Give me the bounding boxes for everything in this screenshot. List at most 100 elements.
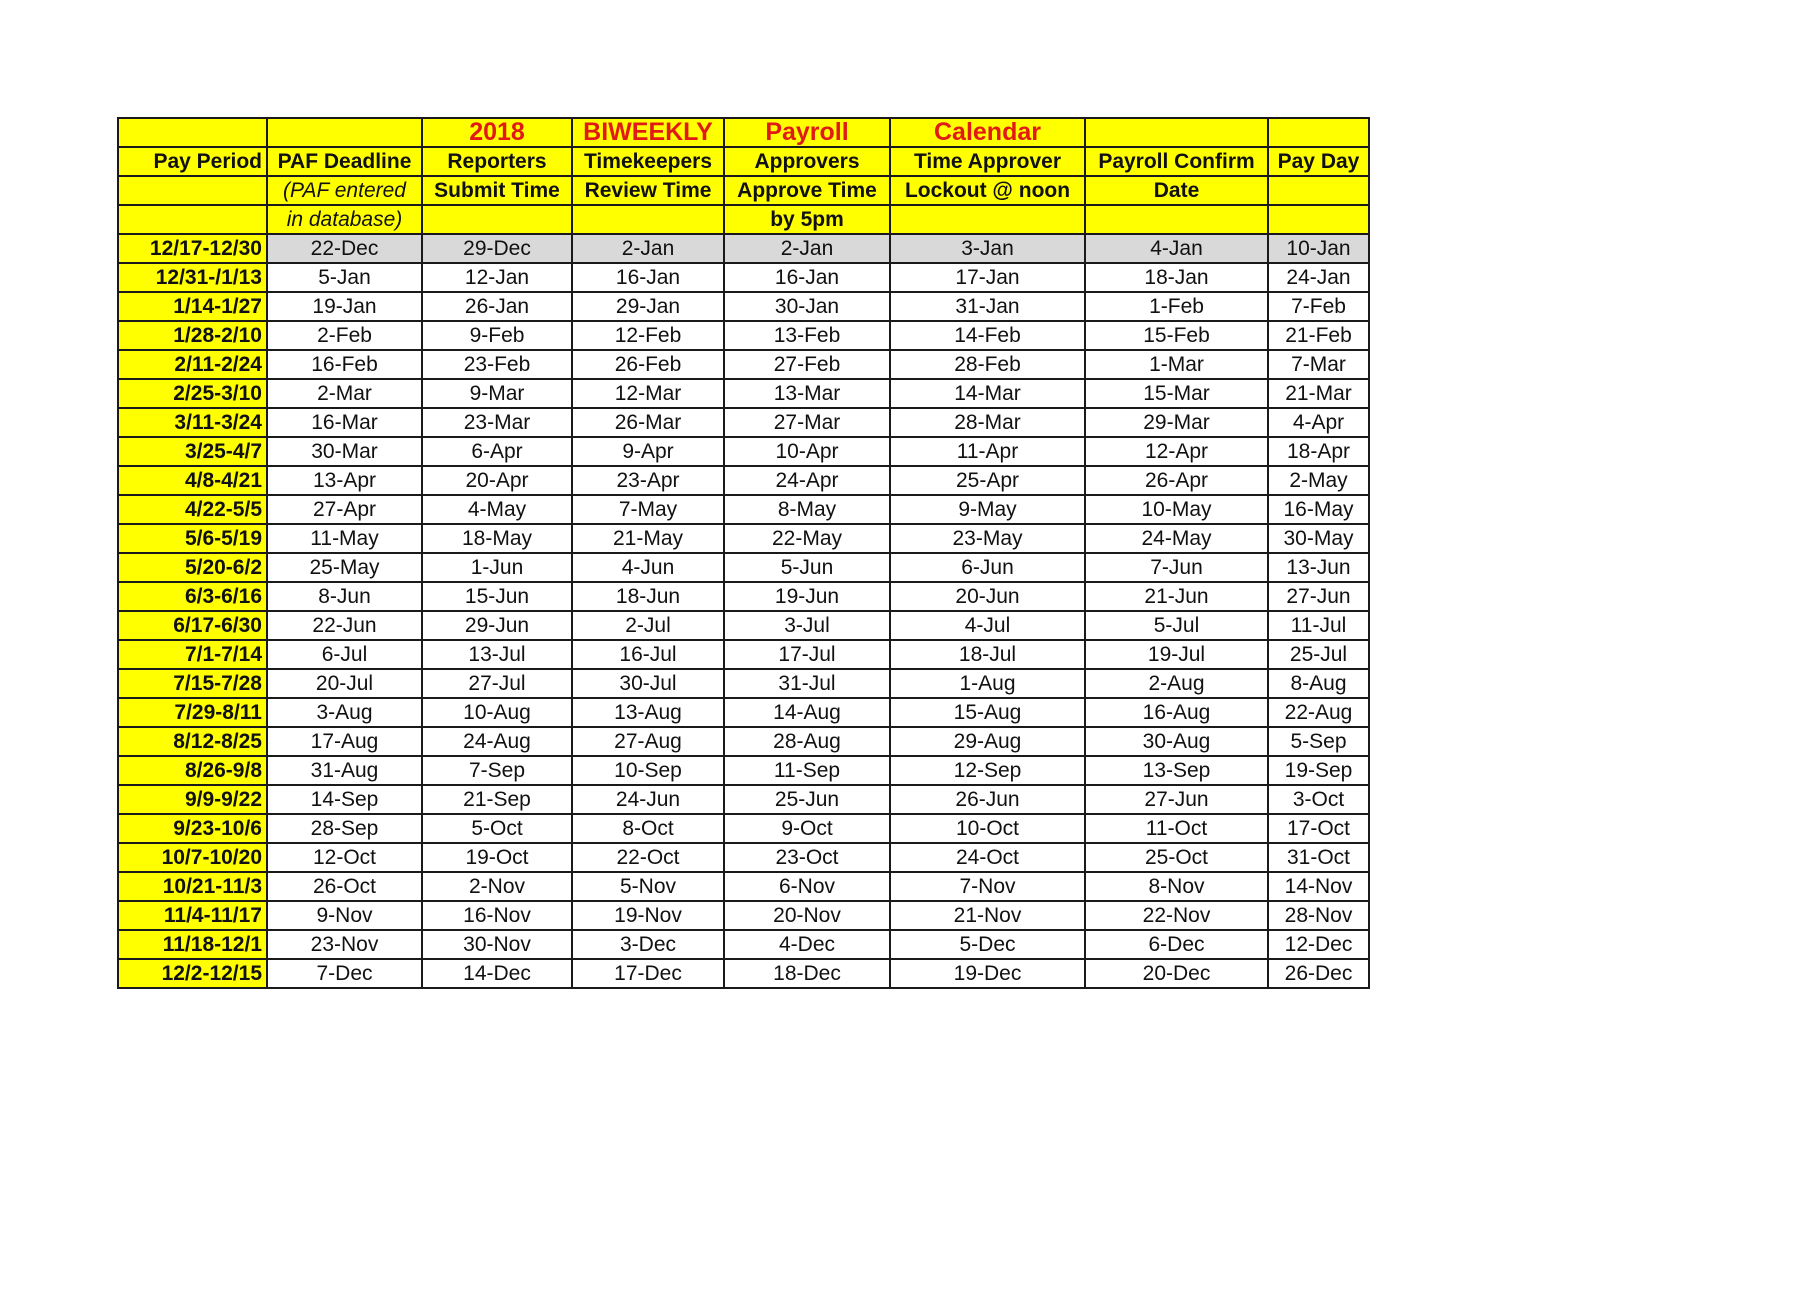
- approvers-approve-cell: 2-Jan: [723, 233, 891, 264]
- approvers-approve-cell: 31-Jul: [723, 668, 891, 699]
- header-timekeepers: Timekeepers: [571, 146, 725, 177]
- paf-deadline-cell: 17-Aug: [266, 726, 423, 757]
- reporters-submit-cell: 23-Feb: [421, 349, 573, 380]
- reporters-submit-cell: 29-Dec: [421, 233, 573, 264]
- payroll-confirm-date-cell: 15-Mar: [1084, 378, 1269, 409]
- time-approver-lockout-cell: 18-Jul: [889, 639, 1086, 670]
- paf-deadline-cell: 23-Nov: [266, 929, 423, 960]
- pay-day-cell: 5-Sep: [1267, 726, 1370, 757]
- pay-day-cell: 11-Jul: [1267, 610, 1370, 641]
- timekeepers-review-cell: 26-Mar: [571, 407, 725, 438]
- approvers-approve-cell: 19-Jun: [723, 581, 891, 612]
- payroll-confirm-date-cell: 8-Nov: [1084, 871, 1269, 902]
- table-row: 4/8-4/21 13-Apr 20-Apr 23-Apr 24-Apr 25-Apr 26…: [117, 465, 1370, 496]
- pay-day-cell: 7-Feb: [1267, 291, 1370, 322]
- pay-period-cell: 7/1-7/14: [117, 639, 268, 670]
- pay-period-cell: 3/25-4/7: [117, 436, 268, 467]
- payroll-confirm-date-cell: 18-Jan: [1084, 262, 1269, 293]
- pay-day-cell: 26-Dec: [1267, 958, 1370, 989]
- pay-day-cell: 21-Mar: [1267, 378, 1370, 409]
- timekeepers-review-cell: 4-Jun: [571, 552, 725, 583]
- reporters-submit-cell: 7-Sep: [421, 755, 573, 786]
- table-row: 1/14-1/27 19-Jan 26-Jan 29-Jan 30-Jan 31-Jan 1…: [117, 291, 1370, 322]
- approvers-approve-cell: 23-Oct: [723, 842, 891, 873]
- approvers-approve-cell: 20-Nov: [723, 900, 891, 931]
- header-by-5pm: by 5pm: [723, 204, 891, 235]
- timekeepers-review-cell: 18-Jun: [571, 581, 725, 612]
- time-approver-lockout-cell: 29-Aug: [889, 726, 1086, 757]
- approvers-approve-cell: 6-Nov: [723, 871, 891, 902]
- pay-period-cell: 9/23-10/6: [117, 813, 268, 844]
- approvers-approve-cell: 25-Jun: [723, 784, 891, 815]
- paf-deadline-cell: 8-Jun: [266, 581, 423, 612]
- time-approver-lockout-cell: 14-Mar: [889, 378, 1086, 409]
- approvers-approve-cell: 9-Oct: [723, 813, 891, 844]
- title-row: 2018 BIWEEKLY Payroll Calendar: [117, 117, 1370, 148]
- approvers-approve-cell: 14-Aug: [723, 697, 891, 728]
- header-cell: [1084, 204, 1269, 235]
- title-biweekly: BIWEEKLY: [571, 117, 725, 148]
- paf-deadline-cell: 26-Oct: [266, 871, 423, 902]
- header-lockout: Lockout @ noon: [889, 175, 1086, 206]
- pay-period-cell: 5/6-5/19: [117, 523, 268, 554]
- table-row: 11/4-11/17 9-Nov 16-Nov 19-Nov 20-Nov 21-Nov 2…: [117, 900, 1370, 931]
- timekeepers-review-cell: 24-Jun: [571, 784, 725, 815]
- timekeepers-review-cell: 9-Apr: [571, 436, 725, 467]
- time-approver-lockout-cell: 26-Jun: [889, 784, 1086, 815]
- payroll-confirm-date-cell: 12-Apr: [1084, 436, 1269, 467]
- timekeepers-review-cell: 17-Dec: [571, 958, 725, 989]
- time-approver-lockout-cell: 4-Jul: [889, 610, 1086, 641]
- payroll-calendar-table: 2018 BIWEEKLY Payroll Calendar Pay Perio…: [117, 117, 1370, 989]
- paf-deadline-cell: 22-Dec: [266, 233, 423, 264]
- paf-deadline-cell: 13-Apr: [266, 465, 423, 496]
- approvers-approve-cell: 13-Mar: [723, 378, 891, 409]
- payroll-confirm-date-cell: 11-Oct: [1084, 813, 1269, 844]
- header-cell: [421, 204, 573, 235]
- time-approver-lockout-cell: 7-Nov: [889, 871, 1086, 902]
- table-row: 3/11-3/24 16-Mar 23-Mar 26-Mar 27-Mar 28-Mar 2…: [117, 407, 1370, 438]
- paf-deadline-cell: 9-Nov: [266, 900, 423, 931]
- pay-period-cell: 6/17-6/30: [117, 610, 268, 641]
- pay-day-cell: 7-Mar: [1267, 349, 1370, 380]
- table-row: 7/15-7/28 20-Jul 27-Jul 30-Jul 31-Jul 1-Aug 2-…: [117, 668, 1370, 699]
- timekeepers-review-cell: 2-Jan: [571, 233, 725, 264]
- title-cell: [1267, 117, 1370, 148]
- table-row: 10/7-10/20 12-Oct 19-Oct 22-Oct 23-Oct 24-Oct…: [117, 842, 1370, 873]
- reporters-submit-cell: 26-Jan: [421, 291, 573, 322]
- pay-day-cell: 28-Nov: [1267, 900, 1370, 931]
- timekeepers-review-cell: 16-Jan: [571, 262, 725, 293]
- payroll-confirm-date-cell: 19-Jul: [1084, 639, 1269, 670]
- approvers-approve-cell: 4-Dec: [723, 929, 891, 960]
- pay-period-cell: 2/11-2/24: [117, 349, 268, 380]
- header-cell: [889, 204, 1086, 235]
- approvers-approve-cell: 22-May: [723, 523, 891, 554]
- table-row: 7/1-7/14 6-Jul 13-Jul 16-Jul 17-Jul 18-Jul 19-…: [117, 639, 1370, 670]
- pay-period-cell: 10/21-11/3: [117, 871, 268, 902]
- payroll-confirm-date-cell: 5-Jul: [1084, 610, 1269, 641]
- approvers-approve-cell: 18-Dec: [723, 958, 891, 989]
- time-approver-lockout-cell: 23-May: [889, 523, 1086, 554]
- timekeepers-review-cell: 30-Jul: [571, 668, 725, 699]
- timekeepers-review-cell: 8-Oct: [571, 813, 725, 844]
- pay-period-cell: 12/2-12/15: [117, 958, 268, 989]
- time-approver-lockout-cell: 20-Jun: [889, 581, 1086, 612]
- payroll-confirm-date-cell: 1-Mar: [1084, 349, 1269, 380]
- pay-period-cell: 12/17-12/30: [117, 233, 268, 264]
- paf-deadline-cell: 5-Jan: [266, 262, 423, 293]
- payroll-confirm-date-cell: 7-Jun: [1084, 552, 1269, 583]
- pay-period-cell: 5/20-6/2: [117, 552, 268, 583]
- paf-deadline-cell: 12-Oct: [266, 842, 423, 873]
- time-approver-lockout-cell: 17-Jan: [889, 262, 1086, 293]
- payroll-confirm-date-cell: 27-Jun: [1084, 784, 1269, 815]
- table-row: 8/12-8/25 17-Aug 24-Aug 27-Aug 28-Aug 29-Aug 3…: [117, 726, 1370, 757]
- paf-deadline-cell: 7-Dec: [266, 958, 423, 989]
- pay-period-cell: 7/29-8/11: [117, 697, 268, 728]
- pay-day-cell: 17-Oct: [1267, 813, 1370, 844]
- approvers-approve-cell: 5-Jun: [723, 552, 891, 583]
- reporters-submit-cell: 13-Jul: [421, 639, 573, 670]
- reporters-submit-cell: 2-Nov: [421, 871, 573, 902]
- payroll-confirm-date-cell: 20-Dec: [1084, 958, 1269, 989]
- timekeepers-review-cell: 27-Aug: [571, 726, 725, 757]
- table-row: 4/22-5/5 27-Apr 4-May 7-May 8-May 9-May 10-May…: [117, 494, 1370, 525]
- header-cell: [117, 175, 268, 206]
